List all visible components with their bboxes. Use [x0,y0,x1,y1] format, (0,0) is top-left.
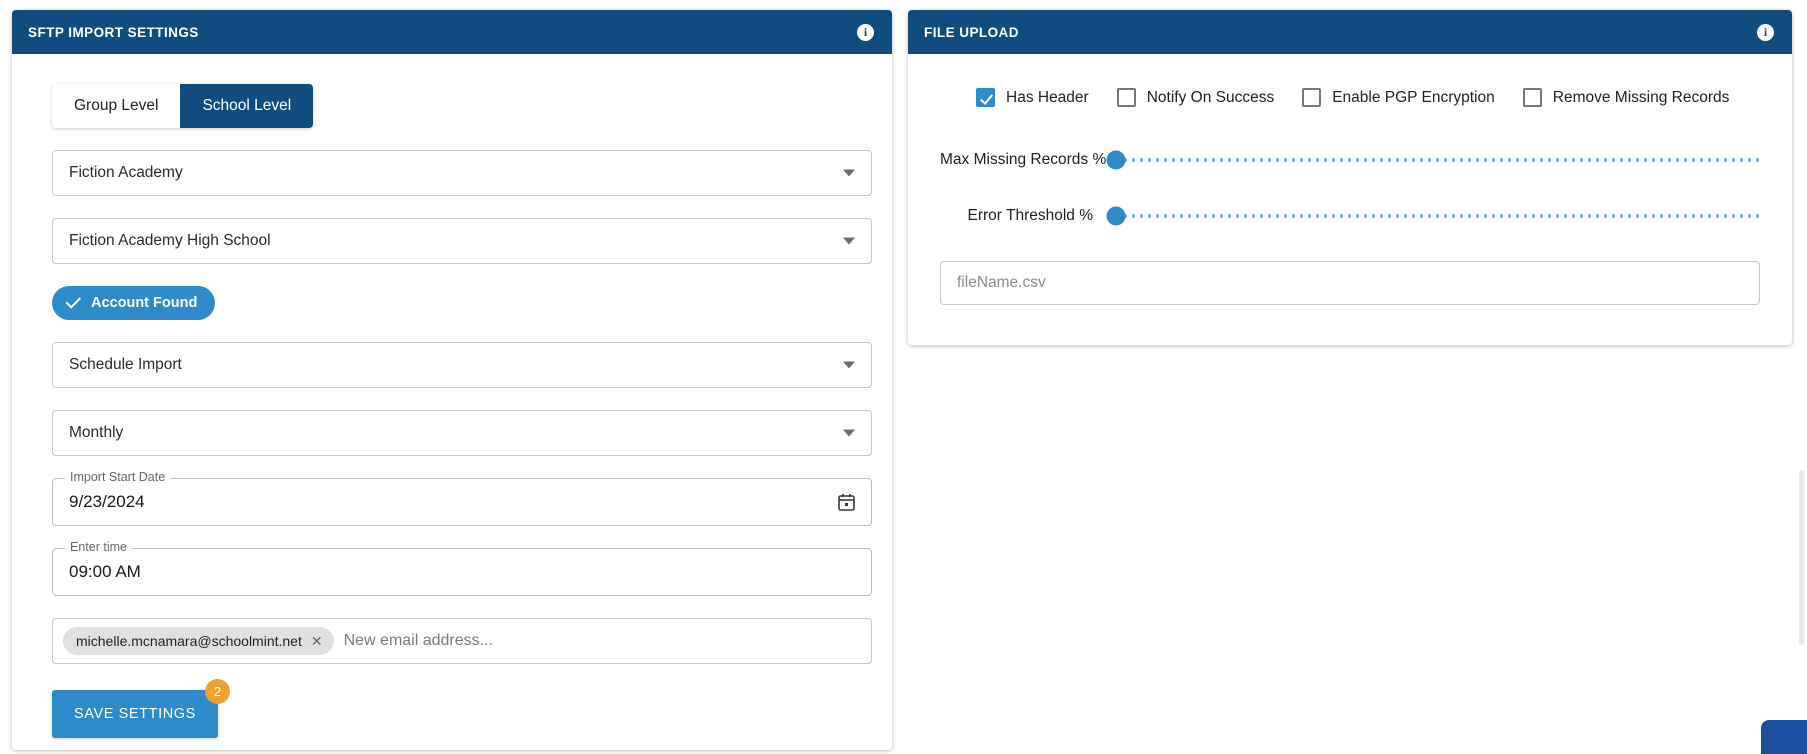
enter-time-label: Enter time [65,541,132,554]
save-settings-button[interactable]: SAVE SETTINGS [52,690,218,739]
schedule-import-value: Schedule Import [69,356,182,374]
info-icon[interactable]: i [1757,23,1774,41]
slider-track [1116,158,1760,162]
slider-thumb[interactable] [1106,206,1126,226]
enter-time-field[interactable]: Enter time 09:00 AM [52,541,872,597]
upload-options-row: Has Header Notify On Success Enable PGP … [940,88,1760,107]
tab-group-level[interactable]: Group Level [52,84,181,129]
group-select-value: Fiction Academy [69,164,183,182]
email-recipients-field[interactable]: michelle.mcnamara@schoolmint.net ✕ New e… [52,618,872,665]
tab-school-level[interactable]: School Level [180,84,314,129]
checkbox-box[interactable] [1116,88,1136,107]
save-settings-wrapper: SAVE SETTINGS 2 [52,679,230,739]
import-start-date-label: Import Start Date [65,471,171,484]
account-found-label: Account Found [91,295,198,312]
error-threshold-slider[interactable] [1106,205,1760,227]
email-chip-label: michelle.mcnamara@schoolmint.net [76,633,302,650]
file-upload-card: FILE UPLOAD i Has Header Notify On Succe… [908,10,1792,345]
chevron-down-icon [843,169,855,177]
email-input-placeholder[interactable]: New email address... [340,632,861,650]
import-start-date-field[interactable]: Import Start Date 9/23/2024 [52,471,872,527]
info-icon[interactable]: i [857,23,874,41]
calendar-icon[interactable] [838,493,855,511]
school-select-value: Fiction Academy High School [69,232,271,250]
enter-time-value: 09:00 AM [69,562,141,582]
checkbox-box[interactable] [976,88,995,107]
chevron-down-icon [843,361,855,369]
checkbox-box[interactable] [1302,88,1322,107]
frequency-select[interactable]: Monthly [52,410,872,457]
checkbox-label: Notify On Success [1146,88,1275,106]
save-settings-badge: 2 [204,679,230,705]
file-upload-body: Has Header Notify On Success Enable PGP … [908,54,1792,335]
corner-action-button[interactable] [1761,720,1807,754]
level-tab-group: Group Level School Level [52,84,314,129]
checkbox-enable-pgp-encryption[interactable]: Enable PGP Encryption [1302,88,1495,107]
page-scrollbar[interactable] [1799,470,1804,645]
file-name-input[interactable]: fileName.csv [940,261,1760,305]
status-badge-account-found: Account Found [52,286,216,321]
checkbox-label: Remove Missing Records [1552,88,1730,106]
check-icon [65,293,82,309]
app-root: SFTP IMPORT SETTINGS i Group Level Schoo… [0,0,1807,754]
max-missing-records-label: Max Missing Records % [940,151,1107,168]
slider-track [1116,214,1760,218]
close-icon[interactable]: ✕ [311,634,323,648]
checkbox-remove-missing-records[interactable]: Remove Missing Records [1522,88,1730,107]
school-select[interactable]: Fiction Academy High School [52,218,872,265]
import-start-date-value: 9/23/2024 [69,492,145,512]
file-name-placeholder: fileName.csv [957,274,1046,291]
error-threshold-label: Error Threshold % [967,207,1093,224]
sftp-import-settings-card: SFTP IMPORT SETTINGS i Group Level Schoo… [12,10,892,750]
chevron-down-icon [843,429,855,437]
checkbox-notify-on-success[interactable]: Notify On Success [1116,88,1275,107]
checkbox-label: Enable PGP Encryption [1332,88,1495,106]
error-threshold-row: Error Threshold % [940,205,1760,227]
sftp-card-body: Group Level School Level Fiction Academy… [12,54,892,739]
checkbox-label: Has Header [1006,88,1089,106]
sftp-card-title: SFTP IMPORT SETTINGS [28,24,199,40]
file-upload-header: FILE UPLOAD i [908,10,1792,54]
group-select[interactable]: Fiction Academy [52,150,872,197]
email-chip: michelle.mcnamara@schoolmint.net ✕ [63,627,334,656]
schedule-import-select[interactable]: Schedule Import [52,342,872,389]
file-upload-title: FILE UPLOAD [924,24,1019,40]
sftp-card-header: SFTP IMPORT SETTINGS i [12,10,892,54]
frequency-select-value: Monthly [69,424,124,442]
max-missing-records-row: Max Missing Records % [940,149,1760,171]
slider-thumb[interactable] [1106,150,1126,170]
chevron-down-icon [843,237,855,245]
max-missing-records-slider[interactable] [1106,149,1760,171]
checkbox-has-header[interactable]: Has Header [976,88,1089,107]
checkbox-box[interactable] [1522,88,1542,107]
